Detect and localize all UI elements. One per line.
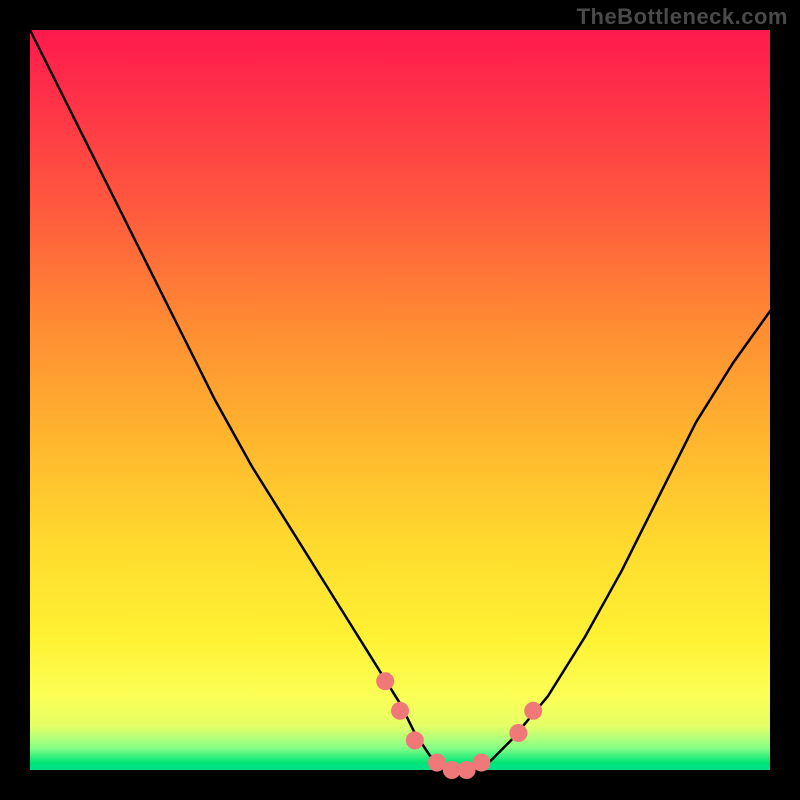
bottleneck-curve-svg (30, 30, 770, 770)
curve-marker (472, 754, 490, 772)
curve-marker (376, 672, 394, 690)
chart-frame: TheBottleneck.com (0, 0, 800, 800)
watermark-text: TheBottleneck.com (577, 4, 788, 30)
bottleneck-curve-line (30, 30, 770, 770)
curve-markers (376, 672, 542, 779)
curve-marker (509, 724, 527, 742)
curve-marker (391, 702, 409, 720)
curve-marker (406, 731, 424, 749)
curve-marker (524, 702, 542, 720)
